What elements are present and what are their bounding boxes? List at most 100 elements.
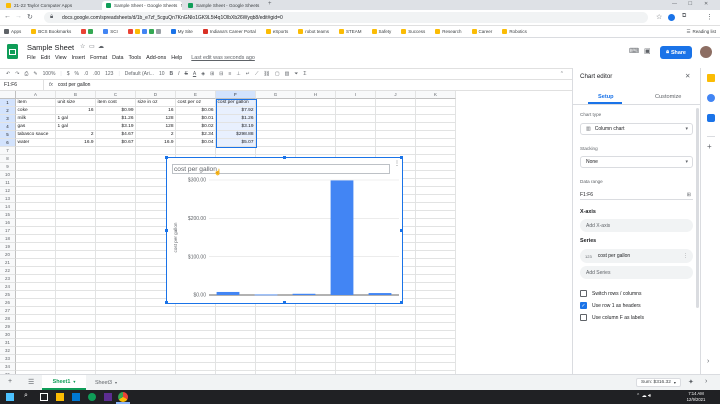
cell-i28[interactable] — [336, 315, 376, 323]
cell-a21[interactable] — [16, 259, 56, 267]
row-header-6[interactable]: 6 — [0, 139, 16, 147]
cell-h30[interactable] — [296, 331, 336, 339]
cell-a5[interactable]: tabasco sauce — [16, 131, 56, 139]
column-header-k[interactable]: K — [416, 91, 456, 99]
row-header-10[interactable]: 10 — [0, 171, 16, 179]
cell-f4[interactable]: $3.19 — [216, 123, 256, 131]
cell-c26[interactable] — [96, 299, 136, 307]
cell-j1[interactable] — [376, 99, 416, 107]
forward-icon[interactable]: → — [15, 13, 22, 20]
teams-icon[interactable] — [104, 393, 112, 401]
cell-e28[interactable] — [176, 315, 216, 323]
cell-a7[interactable] — [16, 147, 56, 155]
cell-d28[interactable] — [136, 315, 176, 323]
cell-b24[interactable] — [56, 283, 96, 291]
row-header-19[interactable]: 19 — [0, 243, 16, 251]
column-header-h[interactable]: H — [296, 91, 336, 99]
cell-b25[interactable] — [56, 291, 96, 299]
document-title[interactable]: Sample Sheet — [27, 43, 74, 52]
cell-k6[interactable] — [416, 139, 456, 147]
undo-icon[interactable]: ↶ — [6, 71, 10, 77]
cell-j5[interactable] — [376, 131, 416, 139]
rotate-icon[interactable]: ⟋ — [255, 71, 259, 77]
cell-c6[interactable]: $0.67 — [96, 139, 136, 147]
increase-decimal-button[interactable]: .00 — [93, 71, 100, 77]
cell-a13[interactable] — [16, 195, 56, 203]
cell-b6[interactable]: 16.9 — [56, 139, 96, 147]
name-box[interactable]: F1:F6 — [0, 80, 44, 90]
menu-addons[interactable]: Add-ons — [146, 55, 166, 61]
checkbox-checked[interactable]: ✓ — [580, 302, 587, 309]
row-header-12[interactable]: 12 — [0, 187, 16, 195]
comment-icon[interactable]: ▢ — [275, 71, 280, 77]
cell-a23[interactable] — [16, 275, 56, 283]
cell-b15[interactable] — [56, 211, 96, 219]
cell-a1[interactable]: item — [16, 99, 56, 107]
menu-format[interactable]: Format — [90, 55, 107, 61]
cell-j4[interactable] — [376, 123, 416, 131]
cell-c29[interactable] — [96, 323, 136, 331]
cell-e2[interactable]: $0.06 — [176, 107, 216, 115]
cell-g30[interactable] — [256, 331, 296, 339]
link-icon[interactable]: ⛓ — [263, 71, 269, 77]
cell-e34[interactable] — [176, 363, 216, 371]
bookmark-apps[interactable]: Apps — [4, 29, 21, 34]
functions-icon[interactable]: Σ — [303, 71, 306, 77]
cell-c7[interactable] — [96, 147, 136, 155]
text-color-icon[interactable]: A — [193, 71, 196, 77]
currency-format-button[interactable]: $ — [67, 71, 70, 77]
more-formats-button[interactable]: 123 — [105, 71, 113, 77]
sheet-tab-sheet1[interactable]: Sheet1 ▾ — [42, 375, 86, 390]
cell-k25[interactable] — [416, 291, 456, 299]
back-icon[interactable]: ← — [4, 13, 11, 20]
row-header-29[interactable]: 29 — [0, 323, 16, 331]
cell-j29[interactable] — [376, 323, 416, 331]
cell-k23[interactable] — [416, 275, 456, 283]
search-icon[interactable]: ⌕ — [24, 392, 28, 400]
resize-handle[interactable] — [283, 156, 286, 159]
cell-d2[interactable]: 16 — [136, 107, 176, 115]
cell-a27[interactable] — [16, 307, 56, 315]
cell-a12[interactable] — [16, 187, 56, 195]
cell-e3[interactable]: $0.01 — [176, 115, 216, 123]
cell-j32[interactable] — [376, 347, 416, 355]
cell-a33[interactable] — [16, 355, 56, 363]
cell-j33[interactable] — [376, 355, 416, 363]
cell-c27[interactable] — [96, 307, 136, 315]
cell-b7[interactable] — [56, 147, 96, 155]
cell-b1[interactable]: unit size — [56, 99, 96, 107]
row-header-7[interactable]: 7 — [0, 147, 16, 155]
bookmark-mysite[interactable]: My Site — [170, 29, 193, 34]
cell-k30[interactable] — [416, 331, 456, 339]
meet-icon[interactable]: ▣ — [644, 47, 651, 55]
bookmark-sci[interactable]: SCI — [103, 29, 118, 34]
cell-i3[interactable] — [336, 115, 376, 123]
cell-c13[interactable] — [96, 195, 136, 203]
cell-h32[interactable] — [296, 347, 336, 355]
cell-b30[interactable] — [56, 331, 96, 339]
row-header-1[interactable]: 1 — [0, 99, 16, 107]
bookmark-icons-2[interactable] — [127, 29, 161, 34]
calendar-icon[interactable] — [707, 114, 715, 122]
cell-k5[interactable] — [416, 131, 456, 139]
side-panel-toggle-icon[interactable]: › — [705, 378, 707, 385]
cell-f30[interactable] — [216, 331, 256, 339]
cell-g5[interactable] — [256, 131, 296, 139]
cell-g3[interactable] — [256, 115, 296, 123]
cell-i27[interactable] — [336, 307, 376, 315]
cell-h7[interactable] — [296, 147, 336, 155]
cell-i33[interactable] — [336, 355, 376, 363]
address-bar[interactable]: 🔒︎ docs.google.com/spreadsheets/d/1b_e7z… — [44, 12, 648, 23]
cell-d32[interactable] — [136, 347, 176, 355]
cell-c19[interactable] — [96, 243, 136, 251]
file-explorer-icon[interactable] — [56, 393, 64, 401]
cell-k4[interactable] — [416, 123, 456, 131]
cell-b17[interactable] — [56, 227, 96, 235]
cell-j2[interactable] — [376, 107, 416, 115]
cell-a10[interactable] — [16, 171, 56, 179]
cell-h2[interactable] — [296, 107, 336, 115]
move-folder-icon[interactable]: ▭ — [89, 43, 95, 50]
cell-h4[interactable] — [296, 123, 336, 131]
cell-k34[interactable] — [416, 363, 456, 371]
cell-k14[interactable] — [416, 203, 456, 211]
